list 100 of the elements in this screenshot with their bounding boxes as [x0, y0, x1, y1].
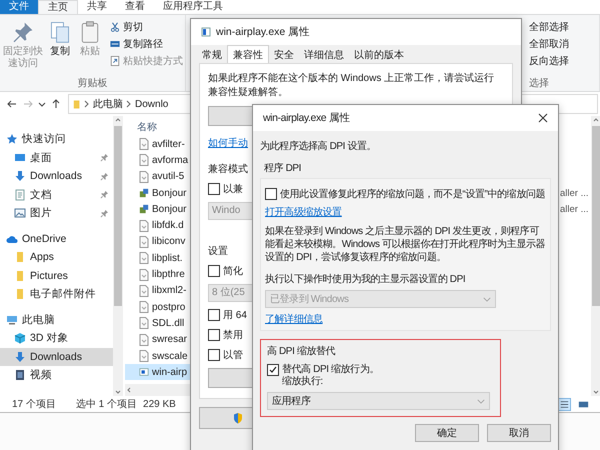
- dialog-button[interactable]: 取消: [487, 424, 551, 442]
- folder-icon: [73, 98, 81, 110]
- section-label: 设置: [208, 244, 228, 258]
- checkbox-label: 简化: [223, 265, 243, 278]
- window-title: win-airplay.exe 属性: [216, 25, 310, 39]
- ribbon-button[interactable]: 剪切: [110, 20, 183, 34]
- checkbox[interactable]: [208, 349, 220, 361]
- ribbon-tab[interactable]: 应用程序工具: [154, 0, 232, 14]
- nav-item[interactable]: 此电脑: [0, 310, 113, 329]
- shield-icon: [233, 412, 243, 424]
- chevron-down-icon: [477, 398, 485, 404]
- checkbox-label: 禁用: [223, 328, 243, 342]
- nav-item[interactable]: Downloads: [0, 348, 113, 366]
- ribbon-tab[interactable]: 主页: [38, 0, 78, 14]
- checkbox[interactable]: [208, 309, 220, 321]
- file-row[interactable]: postpro: [125, 298, 190, 316]
- field-label: 执行以下操作时使用为我的主显示器设置的 DPI: [265, 272, 466, 286]
- nav-item[interactable]: 桌面: [0, 148, 113, 167]
- nav-item[interactable]: Apps: [0, 248, 113, 266]
- nav-item[interactable]: 文档: [0, 186, 113, 204]
- shortcut-icon: [110, 56, 120, 66]
- checkbox[interactable]: [265, 188, 277, 200]
- nav-item[interactable]: 视频: [0, 366, 113, 384]
- file-row[interactable]: swscale: [125, 348, 190, 364]
- checkbox[interactable]: [208, 183, 220, 195]
- dropdown[interactable]: 应用程序: [267, 392, 490, 410]
- app-icon: [139, 366, 149, 378]
- file-icon: [139, 154, 149, 166]
- dialog-button[interactable]: 确定: [415, 424, 479, 442]
- file-icon: [139, 268, 149, 281]
- file-row[interactable]: win-airp: [125, 364, 190, 380]
- computer-icon: [6, 314, 18, 326]
- scrollbar[interactable]: [113, 116, 123, 396]
- file-row[interactable]: avforma: [125, 152, 190, 169]
- scrollbar[interactable]: [125, 384, 190, 396]
- breadcrumb[interactable]: 此电脑: [93, 97, 123, 111]
- app-icon: [201, 27, 211, 37]
- description-text: 如果在登录到 Windows 之后主显示器的 DPI 发生更改，则程序可能看起来较模糊。Windows 可以根据你在打开此程序时为主显示器设置的 DPI，尝试修复该程序的缩放问题。: [265, 225, 546, 264]
- close-icon[interactable]: [538, 113, 548, 123]
- ribbon-tab[interactable]: 文件: [0, 0, 38, 14]
- file-type: aller ...: [560, 188, 589, 199]
- ribbon-tab[interactable]: 共享: [78, 0, 116, 14]
- tab[interactable]: 安全: [269, 47, 299, 63]
- scroll-up-icon[interactable]: [114, 116, 122, 124]
- ribbon-button[interactable]: 全部选择: [529, 20, 597, 34]
- status-text: 选中 1 个项目: [76, 398, 138, 411]
- file-row[interactable]: libplist.: [125, 250, 190, 266]
- ribbon-button[interactable]: 全部取消: [529, 37, 597, 51]
- file-icon: [139, 252, 149, 264]
- nav-item[interactable]: Pictures: [0, 266, 113, 285]
- folder-icon: [14, 270, 26, 282]
- checkbox[interactable]: [208, 265, 220, 277]
- status-text: 229 KB: [143, 398, 176, 410]
- nav-item[interactable]: 电子邮件附件: [0, 285, 113, 304]
- info-link[interactable]: 了解详细信息: [265, 312, 323, 326]
- file-row[interactable]: Bonjour: [125, 201, 190, 218]
- file-row[interactable]: avfilter-: [125, 136, 190, 152]
- ribbon-tab[interactable]: 查看: [116, 0, 154, 14]
- ribbon-button[interactable]: 复制: [46, 18, 74, 77]
- nav-item[interactable]: 快速访问: [0, 130, 113, 148]
- file-row[interactable]: Bonjour: [125, 184, 190, 202]
- scroll-down-icon[interactable]: [592, 388, 600, 396]
- file-row[interactable]: libxml2-: [125, 282, 190, 299]
- file-row[interactable]: libiconv: [125, 234, 190, 250]
- nav-item[interactable]: 3D 对象: [0, 329, 113, 348]
- tab[interactable]: 以前的版本: [349, 47, 409, 63]
- ribbon-button[interactable]: 反向选择: [529, 54, 597, 68]
- file-icon: [139, 236, 149, 248]
- column-header[interactable]: 名称: [125, 120, 190, 136]
- nav-item[interactable]: Downloads: [0, 167, 113, 186]
- path-icon: [110, 39, 120, 49]
- copy-icon: [48, 20, 72, 44]
- download-icon: [14, 170, 26, 182]
- checkbox[interactable]: [208, 329, 220, 341]
- file-row[interactable]: swresar: [125, 332, 190, 348]
- scroll-left-icon[interactable]: [125, 386, 133, 394]
- scrollbar[interactable]: [591, 116, 600, 396]
- checkbox[interactable]: [267, 364, 279, 376]
- breadcrumb[interactable]: Downlo: [135, 98, 168, 110]
- help-link[interactable]: 如何手动: [208, 136, 248, 150]
- file-row[interactable]: avutil-5: [125, 168, 190, 185]
- file-icon: [139, 350, 149, 362]
- checkbox-label: 以管: [223, 348, 243, 362]
- file-row[interactable]: SDL.dll: [125, 315, 190, 332]
- details-view-icon[interactable]: [558, 398, 571, 410]
- nav-item[interactable]: OneDrive: [0, 230, 113, 248]
- settings-link[interactable]: 打开高级缩放设置: [265, 205, 342, 219]
- nav-item[interactable]: 图片: [0, 204, 113, 222]
- file-row[interactable]: libpthre: [125, 266, 190, 283]
- ribbon-button[interactable]: 复制路径: [110, 37, 183, 51]
- tab[interactable]: 兼容性: [227, 45, 269, 63]
- file-icon: [139, 138, 149, 150]
- scroll-up-icon[interactable]: [592, 116, 600, 124]
- scroll-down-icon[interactable]: [114, 388, 122, 396]
- file-row[interactable]: libfdk.d: [125, 217, 190, 234]
- folder-icon: [14, 288, 26, 300]
- installer-icon: [139, 187, 149, 200]
- monitor-icon: [14, 152, 26, 164]
- tab[interactable]: 详细信息: [299, 47, 349, 63]
- tab[interactable]: 常规: [197, 47, 227, 63]
